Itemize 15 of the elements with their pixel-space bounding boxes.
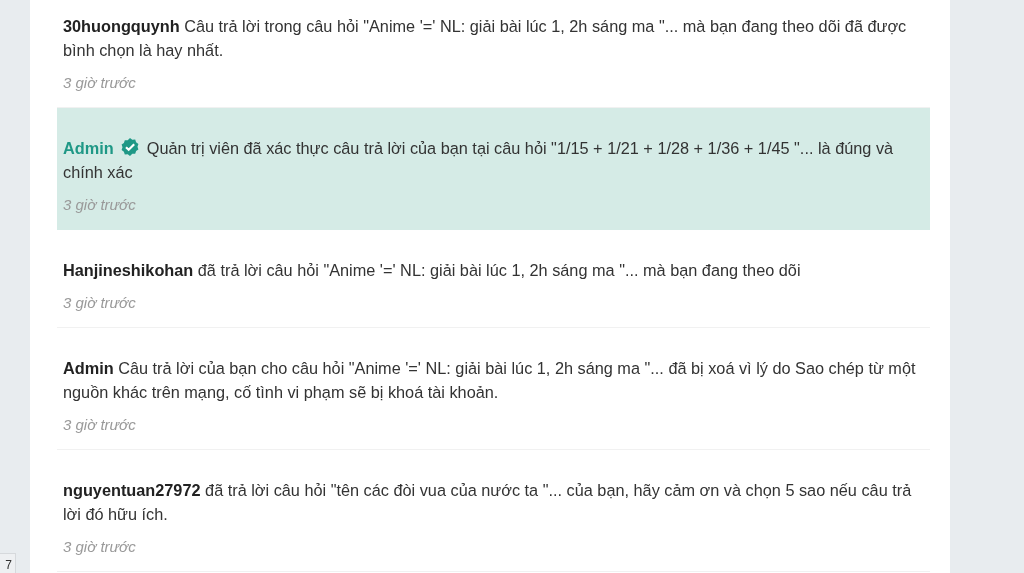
notification-row[interactable]: Admin Câu trả lời của bạn cho câu hỏi "Anime '=' NL: giải bài lúc 1, 2h sáng ma "... đã bị xoá vì lý do Sao chép từ một nguồn khác trên mạng, cố tình vi phạm sẽ bị khoá tài khoản. 3 giờ trước xyxy=(57,328,930,450)
notification-row[interactable]: nguyentuan27972 đã trả lời câu hỏi "tên các đòi vua của nước ta "... của bạn, hãy cảm ơn và chọn 5 sao nếu câu trả lời đó hữu ích. 3 giờ trước xyxy=(57,450,930,572)
notification-text: 30huongquynh Câu trả lời trong câu hỏi "Anime '=' NL: giải bài lúc 1, 2h sáng ma "... mà bạn đang theo dõi đã được bình chọn là hay nhất. xyxy=(63,16,908,61)
notification-text: Hanjineshikohan đã trả lời câu hỏi "Anime '=' NL: giải bài lúc 1, 2h sáng ma "... mà bạn đang theo dõi xyxy=(63,260,802,281)
notification-text: nguyentuan27972 đã trả lời câu hỏi "tên các đòi vua của nước ta "... của bạn, hãy cảm ơn và chọn 5 sao nếu câu trả lời đó hữu ích. xyxy=(63,480,913,525)
notification-text: Admin Câu trả lời của bạn cho câu hỏi "Anime '=' NL: giải bài lúc 1, 2h sáng ma "... đã bị xoá vì lý do Sao chép từ một nguồn khác trên mạng, cố tình vi phạm sẽ bị khoá tài khoản. xyxy=(63,358,917,403)
timestamp: 3 giờ trước xyxy=(63,415,136,435)
notification-row[interactable]: Hanjineshikohan đã trả lời câu hỏi "Anime '=' NL: giải bài lúc 1, 2h sáng ma "... mà bạn đang theo dõi 3 giờ trước xyxy=(57,230,930,328)
timestamp: 3 giờ trước xyxy=(63,73,136,93)
notification-text: Admin Quản trị viên đã xác thực câu trả lời của bạn tại câu hỏi "1/15 + 1/21 + 1/28 + 1/36 + 1/45 "... là đúng và chính xác xyxy=(63,136,895,183)
side-tab[interactable]: 7 xyxy=(0,553,16,573)
timestamp: 3 giờ trước xyxy=(63,293,136,313)
notification-highlight[interactable]: Admin Quản trị viên đã xác thực câu trả lời của bạn tại câu hỏi "1/15 + 1/21 + 1/28 + 1/36 + 1/45 "... là đúng và chính xác 3 giờ trước xyxy=(57,108,930,230)
timestamp: 3 giờ trước xyxy=(63,537,136,557)
timestamp: 3 giờ trước xyxy=(63,195,136,215)
